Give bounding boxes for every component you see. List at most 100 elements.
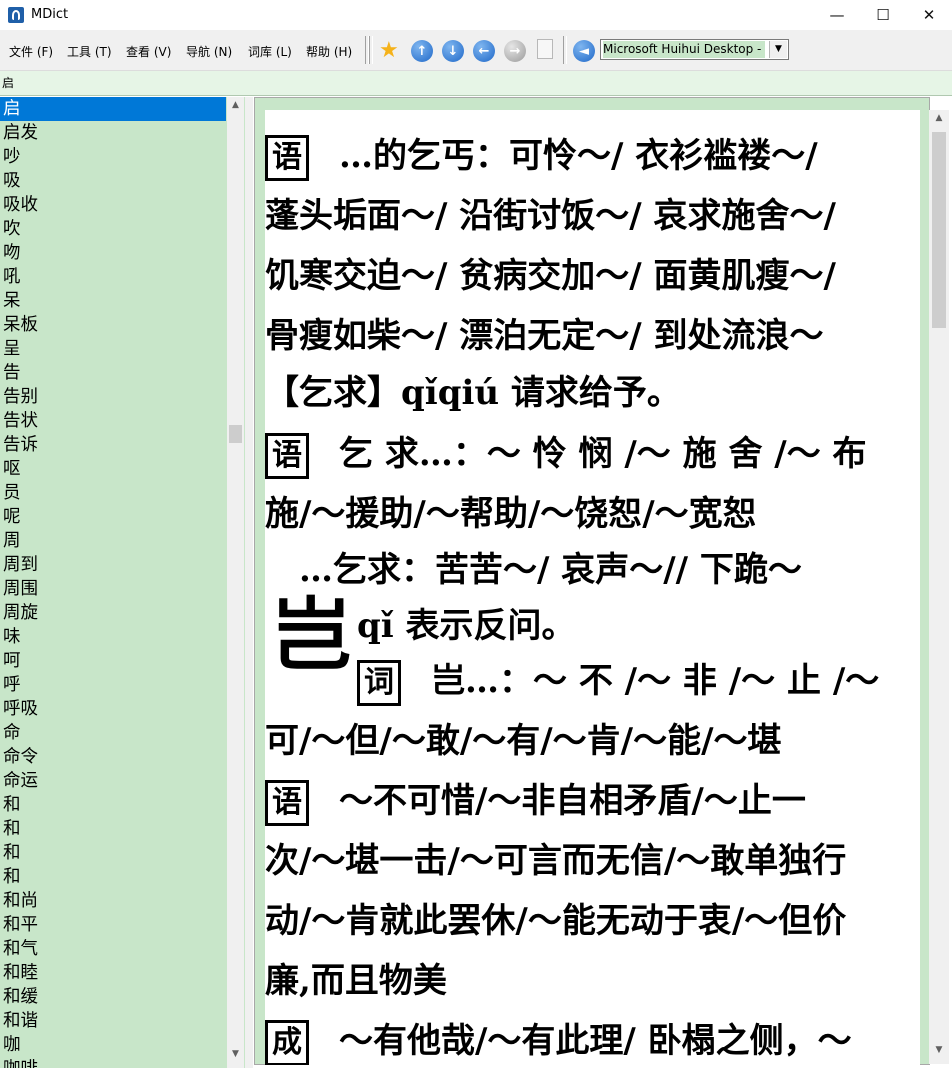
word-list-item[interactable]: 告	[0, 361, 226, 385]
arrow-up-icon[interactable]: ↑	[411, 40, 433, 62]
word-list-item[interactable]: 命	[0, 721, 226, 745]
definition-line: 廉,而且物美	[265, 953, 447, 1002]
word-list-item[interactable]: 咖啡	[0, 1057, 226, 1068]
definition-line: 蓬头垢面～/ 沿街讨饭～/ 哀求施舍～/	[265, 188, 836, 237]
tag-badge: 语	[265, 135, 309, 181]
definition-text: ～不可惜/～非自相矛盾/～止一	[339, 781, 806, 821]
word-list-item[interactable]: 和气	[0, 937, 226, 961]
menu-navigate[interactable]: 导航 (N)	[186, 43, 232, 60]
word-list-item[interactable]: 告别	[0, 385, 226, 409]
word-list-item[interactable]: 告状	[0, 409, 226, 433]
definition-text: qǐ 表示反问。	[357, 606, 576, 646]
headword-char: 岂	[271, 588, 351, 682]
word-list-item[interactable]: 呈	[0, 337, 226, 361]
word-list-item[interactable]: 和睦	[0, 961, 226, 985]
menu-tools[interactable]: 工具 (T)	[67, 43, 112, 60]
word-list-item[interactable]: 吼	[0, 265, 226, 289]
favorite-star-icon[interactable]: ★	[379, 38, 399, 63]
menu-file[interactable]: 文件 (F)	[9, 43, 53, 60]
menu-library[interactable]: 词库 (L)	[248, 43, 292, 60]
speaker-icon[interactable]: ◄	[573, 40, 595, 62]
word-list: 启启发吵吸吸收吹吻吼呆呆板呈告告别 告状 告诉呕员呢周周到 周围 周旋味呵呼呼吸命命令命…	[0, 97, 245, 1068]
word-list-item[interactable]: 和	[0, 865, 226, 889]
word-list-item[interactable]: 呆板	[0, 313, 226, 337]
definition-line: 饥寒交迫～/ 贫病交加～/ 面黄肌瘦～/	[265, 248, 836, 297]
definition-content: 岂 语 …的乞丐：可怜～/ 衣衫褴褛～/ 蓬头垢面～/ 沿街讨饭～/ 哀求施舍～/ 饥…	[265, 110, 920, 1065]
definition-text: …乞求：苦苦～/ 哀声～// 下跪～	[265, 550, 802, 590]
toolbar-separator	[369, 36, 373, 64]
app-icon	[8, 7, 24, 23]
word-list-item[interactable]: 呕	[0, 457, 226, 481]
word-list-item[interactable]: 吵	[0, 145, 226, 169]
tag-badge: 语	[265, 433, 309, 479]
word-list-item[interactable]: 咖	[0, 1033, 226, 1057]
word-list-item[interactable]: 周旋	[0, 601, 226, 625]
scroll-down-icon[interactable]: ▼	[929, 1042, 949, 1059]
word-list-item[interactable]: 吹	[0, 217, 226, 241]
word-list-item[interactable]: 和尚	[0, 889, 226, 913]
maximize-button[interactable]: ☐	[860, 0, 906, 30]
toolbar-separator	[563, 36, 567, 64]
word-list-item[interactable]: 呼吸	[0, 697, 226, 721]
word-list-item[interactable]: 吻	[0, 241, 226, 265]
word-list-item[interactable]: 和	[0, 793, 226, 817]
arrow-down-icon[interactable]: ↓	[442, 40, 464, 62]
chevron-down-icon[interactable]: ▼	[769, 41, 787, 58]
definition-line: …乞求：苦苦～/ 哀声～// 下跪～	[265, 542, 802, 591]
document-icon[interactable]	[537, 39, 553, 59]
word-list-item[interactable]: 周	[0, 529, 226, 553]
pane-splitter[interactable]	[245, 97, 253, 1068]
definition-text: 【乞求】qǐqiú 请求给予。	[265, 373, 681, 413]
word-list-item[interactable]: 周围	[0, 577, 226, 601]
search-input[interactable]	[2, 73, 902, 91]
word-list-item[interactable]: 和谐	[0, 1009, 226, 1033]
word-list-item[interactable]: 员	[0, 481, 226, 505]
word-list-item[interactable]: 呢	[0, 505, 226, 529]
scroll-thumb[interactable]	[229, 425, 242, 443]
content-scrollbar[interactable]: ▲ ▼	[929, 110, 949, 1064]
menu-help[interactable]: 帮助 (H)	[306, 43, 352, 60]
arrow-left-icon[interactable]: ←	[473, 40, 495, 62]
minimize-button[interactable]: —	[814, 0, 860, 30]
word-list-item[interactable]: 味	[0, 625, 226, 649]
definition-text: 乞 求…：～ 怜 悯 /～ 施 舍 /～ 布	[339, 434, 867, 474]
scroll-up-icon[interactable]: ▲	[929, 110, 949, 127]
word-list-item[interactable]: 命令	[0, 745, 226, 769]
definition-text: 廉,而且物美	[265, 961, 447, 1001]
word-list-items: 启启发吵吸吸收吹吻吼呆呆板呈告告别 告状 告诉呕员呢周周到 周围 周旋味呵呼呼吸命命令命…	[0, 97, 245, 1068]
voice-select-value: Microsoft Huihui Desktop - C	[603, 41, 765, 58]
word-list-item[interactable]: 吸	[0, 169, 226, 193]
word-list-item[interactable]: 周到	[0, 553, 226, 577]
scroll-up-icon[interactable]: ▲	[227, 97, 244, 114]
search-bar	[0, 71, 952, 96]
word-list-item[interactable]: 和缓	[0, 985, 226, 1009]
definition-line: 可/～但/～敢/～有/～肯/～能/～堪	[265, 713, 782, 762]
word-list-item[interactable]: 吸收	[0, 193, 226, 217]
word-list-item[interactable]: 启发	[0, 121, 226, 145]
definition-text: …的乞丐：可怜～/ 衣衫褴褛～/	[339, 136, 818, 176]
word-list-item[interactable]: 和平	[0, 913, 226, 937]
scroll-thumb[interactable]	[932, 132, 946, 328]
definition-line: 施/～援助/～帮助/～饶恕/～宽恕	[265, 486, 757, 535]
word-list-item[interactable]: 告诉	[0, 433, 226, 457]
word-list-scrollbar[interactable]: ▲ ▼	[227, 97, 244, 1068]
definition-text: 次/～堪一击/～可言而无信/～敢单独行	[265, 841, 847, 881]
word-list-item[interactable]: 和	[0, 817, 226, 841]
word-list-item[interactable]: 启	[0, 97, 226, 121]
voice-select[interactable]: Microsoft Huihui Desktop - C ▼	[600, 39, 789, 60]
word-list-item[interactable]: 和	[0, 841, 226, 865]
definition-line: 词岂…：～ 不 /～ 非 /～ 止 /～	[357, 653, 879, 706]
title-bar: MDict — ☐ ✕	[0, 0, 952, 30]
tag-badge: 词	[357, 660, 401, 706]
close-button[interactable]: ✕	[906, 0, 952, 30]
scroll-down-icon[interactable]: ▼	[227, 1046, 244, 1063]
definition-text: ～有他哉/～有此理/ 卧榻之侧，～	[339, 1021, 852, 1061]
word-list-item[interactable]: 命运	[0, 769, 226, 793]
definition-line: 骨瘦如柴～/ 漂泊无定～/ 到处流浪～	[265, 308, 824, 357]
word-list-item[interactable]: 呵	[0, 649, 226, 673]
definition-text: 饥寒交迫～/ 贫病交加～/ 面黄肌瘦～/	[265, 256, 836, 296]
arrow-right-icon[interactable]: →	[504, 40, 526, 62]
word-list-item[interactable]: 呆	[0, 289, 226, 313]
menu-view[interactable]: 查看 (V)	[126, 43, 171, 60]
word-list-item[interactable]: 呼	[0, 673, 226, 697]
